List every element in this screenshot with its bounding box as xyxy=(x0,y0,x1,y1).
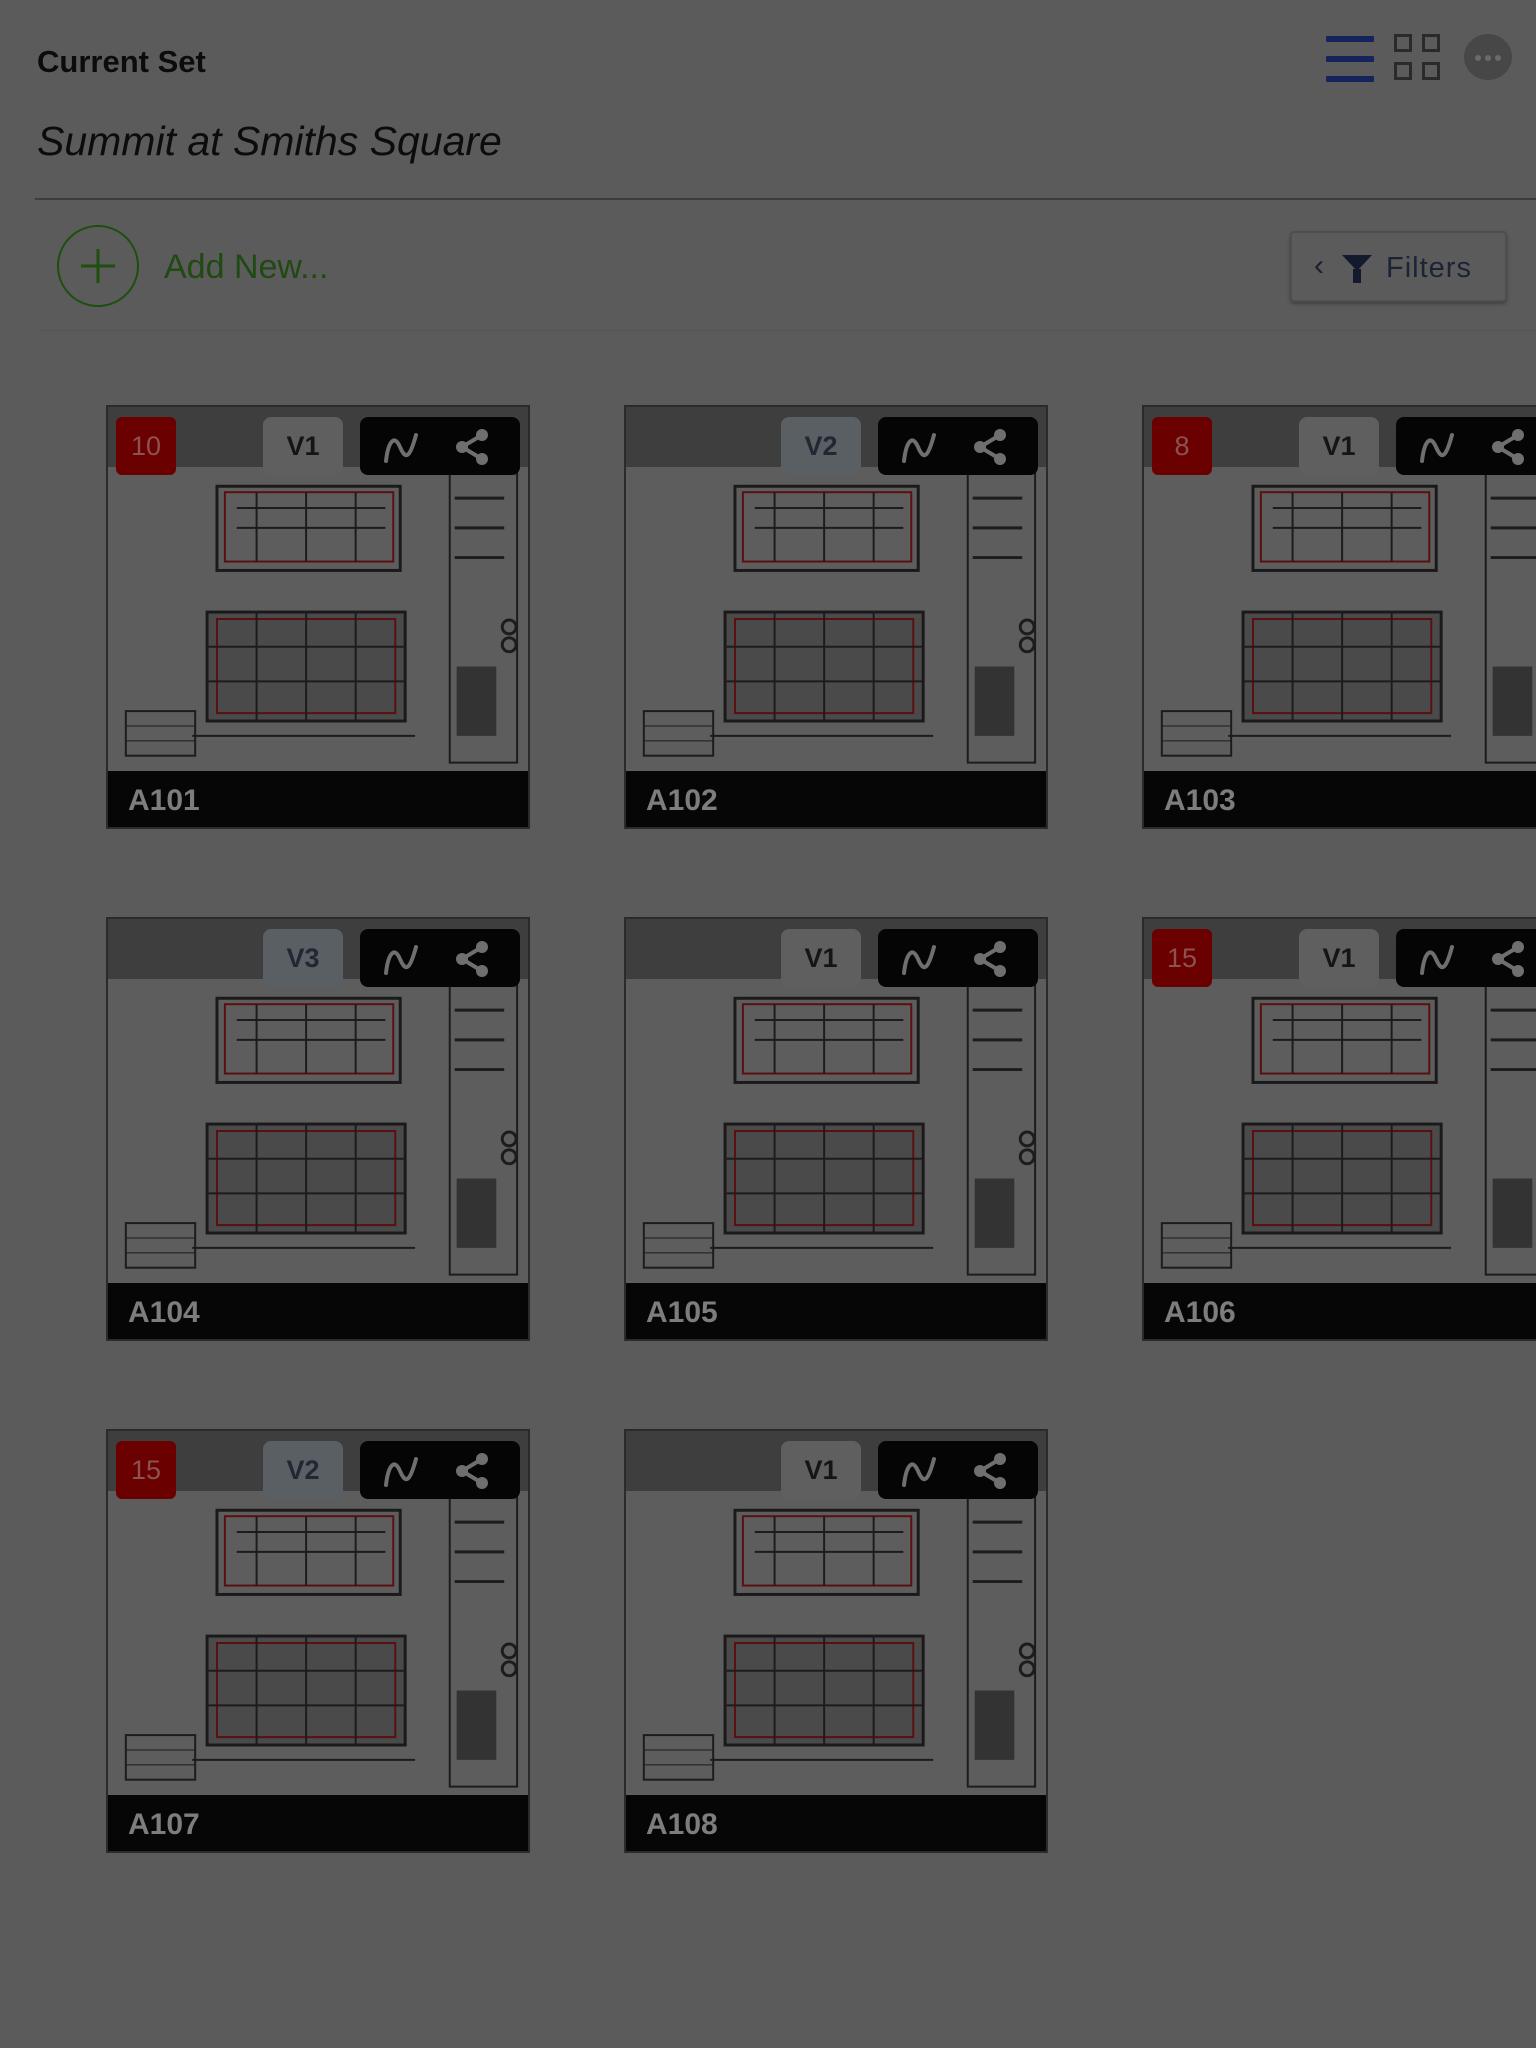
floor-plan-drawing xyxy=(124,472,519,764)
sheet-name: A102 xyxy=(646,784,718,817)
sheet-name: A107 xyxy=(128,1808,200,1841)
add-new-label[interactable]: Add New... xyxy=(164,248,328,287)
card-actions xyxy=(1396,929,1536,987)
filters-button[interactable]: ‹ Filters xyxy=(1290,231,1507,302)
sheet-thumbnail[interactable] xyxy=(1144,467,1536,769)
markup-icon[interactable] xyxy=(380,427,424,467)
sheet-thumbnail[interactable] xyxy=(1144,979,1536,1281)
sheet-thumbnail[interactable] xyxy=(108,979,528,1281)
version-badge[interactable]: V1 xyxy=(781,1441,861,1499)
sheet-footer: A101 xyxy=(108,771,528,827)
sheet-thumbnail[interactable] xyxy=(108,1491,528,1793)
version-badge[interactable]: V2 xyxy=(781,417,861,475)
card-actions xyxy=(878,417,1038,475)
version-badge[interactable]: V1 xyxy=(781,929,861,987)
markup-icon[interactable] xyxy=(898,1451,942,1491)
share-icon[interactable] xyxy=(450,427,494,467)
sheet-card-a102[interactable]: V2 A102 xyxy=(624,405,1048,829)
sheet-footer: A107 xyxy=(108,1795,528,1851)
card-actions xyxy=(360,929,520,987)
issue-count-badge[interactable]: 15 xyxy=(116,1441,176,1499)
version-badge[interactable]: V1 xyxy=(1299,929,1379,987)
markup-icon[interactable] xyxy=(1416,427,1460,467)
share-icon[interactable] xyxy=(1486,939,1530,979)
card-actions xyxy=(878,1441,1038,1499)
filters-label: Filters xyxy=(1386,252,1472,284)
sheet-name: A105 xyxy=(646,1296,718,1329)
toolbar-divider xyxy=(40,330,1536,331)
current-set-label: Current Set xyxy=(37,44,206,79)
sheet-name: A108 xyxy=(646,1808,718,1841)
sheet-card-a106[interactable]: 15 V1 A106 xyxy=(1142,917,1536,1341)
header: Current Set Summit at Smiths Square xyxy=(0,0,1536,200)
markup-icon[interactable] xyxy=(898,939,942,979)
share-icon[interactable] xyxy=(450,1451,494,1491)
chevron-left-icon: ‹ xyxy=(1314,249,1324,282)
markup-icon[interactable] xyxy=(380,939,424,979)
sheet-name: A106 xyxy=(1164,1296,1236,1329)
floor-plan-drawing xyxy=(124,1496,519,1788)
list-view-icon[interactable] xyxy=(1326,36,1374,82)
share-icon[interactable] xyxy=(1486,427,1530,467)
floor-plan-drawing xyxy=(642,1496,1037,1788)
version-badge[interactable]: V2 xyxy=(263,1441,343,1499)
sheet-card-a107[interactable]: 15 V2 A107 xyxy=(106,1429,530,1853)
add-new-button[interactable] xyxy=(57,225,139,307)
floor-plan-drawing xyxy=(642,472,1037,764)
version-badge[interactable]: V3 xyxy=(263,929,343,987)
floor-plan-drawing xyxy=(1160,472,1536,764)
card-actions xyxy=(878,929,1038,987)
sheet-name: A104 xyxy=(128,1296,200,1329)
card-actions xyxy=(1396,417,1536,475)
floor-plan-drawing xyxy=(1160,984,1536,1276)
header-divider xyxy=(35,198,1536,200)
version-badge[interactable]: V1 xyxy=(1299,417,1379,475)
issue-count-badge[interactable]: 8 xyxy=(1152,417,1212,475)
floor-plan-drawing xyxy=(124,984,519,1276)
floor-plan-drawing xyxy=(642,984,1037,1276)
sheet-card-a104[interactable]: V3 A104 xyxy=(106,917,530,1341)
more-options-icon[interactable] xyxy=(1464,34,1512,80)
markup-icon[interactable] xyxy=(380,1451,424,1491)
markup-icon[interactable] xyxy=(1416,939,1460,979)
sheet-footer: A102 xyxy=(626,771,1046,827)
share-icon[interactable] xyxy=(968,427,1012,467)
sheet-thumbnail[interactable] xyxy=(626,1491,1046,1793)
sheet-footer: A105 xyxy=(626,1283,1046,1339)
sheet-footer: A103 xyxy=(1144,771,1536,827)
issue-count-badge[interactable]: 15 xyxy=(1152,929,1212,987)
sheet-footer: A106 xyxy=(1144,1283,1536,1339)
share-icon[interactable] xyxy=(450,939,494,979)
sheet-name: A103 xyxy=(1164,784,1236,817)
sheet-footer: A104 xyxy=(108,1283,528,1339)
sheet-name: A101 xyxy=(128,784,200,817)
share-icon[interactable] xyxy=(968,1451,1012,1491)
sheet-thumbnail[interactable] xyxy=(626,979,1046,1281)
sheet-thumbnail[interactable] xyxy=(626,467,1046,769)
grid-view-icon[interactable] xyxy=(1394,34,1444,82)
share-icon[interactable] xyxy=(968,939,1012,979)
sheet-card-a103[interactable]: 8 V1 A103 xyxy=(1142,405,1536,829)
sheet-thumbnail[interactable] xyxy=(108,467,528,769)
markup-icon[interactable] xyxy=(898,427,942,467)
sheet-footer: A108 xyxy=(626,1795,1046,1851)
version-badge[interactable]: V1 xyxy=(263,417,343,475)
card-actions xyxy=(360,417,520,475)
project-title: Summit at Smiths Square xyxy=(37,118,502,164)
card-actions xyxy=(360,1441,520,1499)
sheet-card-a108[interactable]: V1 A108 xyxy=(624,1429,1048,1853)
sheet-card-a105[interactable]: V1 A105 xyxy=(624,917,1048,1341)
sheet-card-a101[interactable]: 10 V1 A101 xyxy=(106,405,530,829)
issue-count-badge[interactable]: 10 xyxy=(116,417,176,475)
